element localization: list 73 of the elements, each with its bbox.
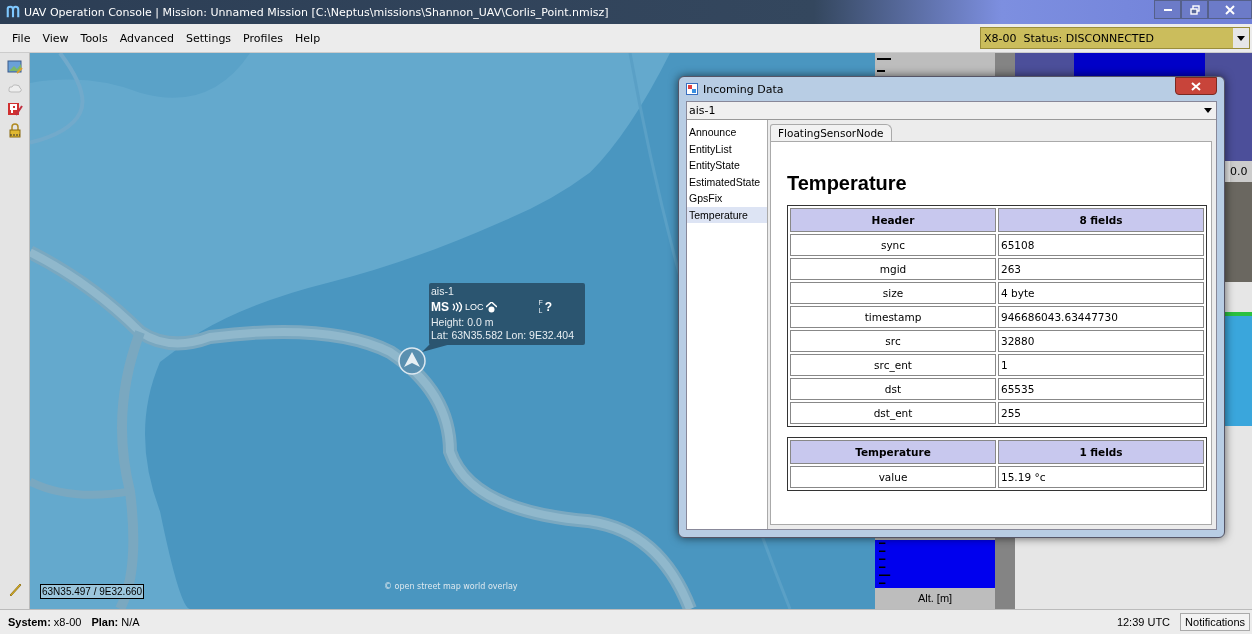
- close-icon: [1191, 81, 1201, 91]
- altitude-label: Alt. [m]: [917, 591, 953, 606]
- menu-item[interactable]: Profiles: [237, 29, 290, 47]
- caret-icon: [1237, 35, 1245, 41]
- table-cell: 32880: [998, 330, 1204, 352]
- position-text: Lat: 63N35.582 Lon: 9E32.404: [431, 329, 575, 342]
- menu-item[interactable]: Settings: [180, 29, 238, 47]
- vehicle-name: ais-1: [431, 285, 454, 298]
- restore-button[interactable]: [1181, 0, 1208, 19]
- message-list-item[interactable]: GpsFix: [687, 190, 767, 207]
- message-list-item[interactable]: Announce: [687, 124, 767, 141]
- menu-item[interactable]: View: [36, 29, 75, 47]
- table-cell: 15.19 °c: [998, 466, 1204, 488]
- column-header: 8 fields: [998, 208, 1204, 232]
- close-button[interactable]: [1175, 77, 1217, 95]
- message-list-item[interactable]: EntityList: [687, 140, 767, 157]
- table-cell: size: [790, 282, 996, 304]
- system-status: System: x8-00: [8, 616, 82, 628]
- menu-item[interactable]: Advanced: [113, 29, 180, 47]
- message-list-item[interactable]: EntityState: [687, 157, 767, 174]
- notifications-button[interactable]: Notifications: [1180, 613, 1250, 631]
- lock-icon[interactable]: [6, 122, 23, 138]
- map-attribution: © open street map world overlay: [384, 582, 518, 591]
- speed-reading: 0.0: [1230, 161, 1252, 182]
- minimize-icon: [1163, 8, 1172, 11]
- tab[interactable]: FloatingSensorNode: [770, 124, 892, 141]
- table-cell: 65108: [998, 234, 1204, 256]
- message-heading: Temperature: [787, 172, 908, 195]
- indicator-label: ?: [544, 300, 553, 314]
- minimize-button[interactable]: [1154, 0, 1181, 19]
- restore-icon: [1189, 4, 1200, 15]
- table-cell: value: [790, 466, 996, 488]
- menu-item[interactable]: Help: [289, 29, 327, 47]
- source-dropdown[interactable]: ais-1: [687, 102, 1216, 120]
- vehicle-dropdown[interactable]: X8-00 Status: DISCONNECTED: [980, 27, 1250, 49]
- table-cell: dst: [790, 378, 996, 400]
- vehicle-marker-icon: [397, 346, 427, 376]
- signal-icon: [451, 302, 463, 312]
- close-button[interactable]: [1208, 0, 1252, 19]
- height-text: Height: 0.0 m: [431, 316, 494, 329]
- indicator-label: LOC: [465, 300, 484, 314]
- home-icon: [485, 301, 497, 313]
- window-title: UAV Operation Console | Mission: Unnamed Mission [C:\Neptus\missions\Shannon_UAV\Corlis_Point.nmisz]: [24, 5, 609, 19]
- app-logo-icon: [6, 5, 20, 19]
- window-icon: [686, 83, 698, 95]
- table-cell: 255: [998, 402, 1204, 424]
- clock-text: 12:39 UTC: [1116, 616, 1171, 628]
- table-cell: dst_ent: [790, 402, 996, 424]
- map-edit-icon[interactable]: [6, 59, 23, 75]
- plan-edit-icon[interactable]: [6, 101, 23, 117]
- table-cell: 1: [998, 354, 1204, 376]
- table-cell: src: [790, 330, 996, 352]
- table-cell: 946686043.63447730: [998, 306, 1204, 328]
- message-list-item[interactable]: EstimatedState: [687, 173, 767, 190]
- indicator-label: MS: [431, 300, 449, 314]
- column-header: Header: [790, 208, 996, 232]
- message-list-item[interactable]: Temperature: [687, 206, 767, 223]
- menu-item[interactable]: File: [6, 29, 37, 47]
- menu-item[interactable]: Tools: [74, 29, 114, 47]
- table-cell: 4 byte: [998, 282, 1204, 304]
- table-cell: 263: [998, 258, 1204, 280]
- dialog-title: Incoming Data: [703, 82, 784, 96]
- column-header: Temperature: [790, 440, 996, 464]
- close-icon: [1225, 4, 1235, 15]
- table-cell: src_ent: [790, 354, 996, 376]
- cursor-coordinates: 63N35.497 / 9E32.660: [40, 584, 145, 599]
- table-cell: sync: [790, 234, 996, 256]
- table-cell: mgid: [790, 258, 996, 280]
- caret-icon: [1204, 108, 1212, 113]
- table-cell: 65535: [998, 378, 1204, 400]
- table-cell: timestamp: [790, 306, 996, 328]
- column-header: 1 fields: [998, 440, 1204, 464]
- plan-status: Plan: N/A: [91, 616, 140, 628]
